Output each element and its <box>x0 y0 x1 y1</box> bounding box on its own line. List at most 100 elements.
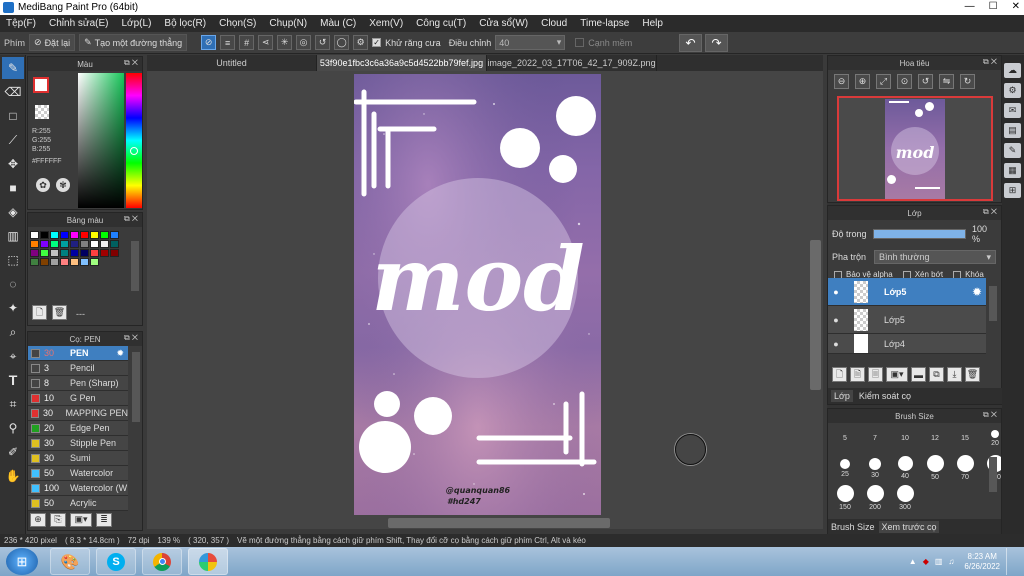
brush-size-option[interactable]: 300 <box>890 483 920 513</box>
menu-color[interactable]: Màu (C) <box>320 18 356 29</box>
palette-swatch[interactable] <box>70 249 79 257</box>
tab-layer[interactable]: Lớp <box>831 390 853 402</box>
layer-settings-icon[interactable]: ✹ <box>972 285 982 299</box>
palette-swatch[interactable] <box>50 258 59 266</box>
adjust-select[interactable]: 40 ▾ <box>495 35 566 50</box>
parallel-ruler-button[interactable]: ≡ <box>220 35 236 50</box>
palette-swatch[interactable] <box>80 258 89 266</box>
brush-add-button[interactable]: ⊕ <box>30 513 46 527</box>
brush-item[interactable]: 10 G Pen <box>28 391 128 406</box>
new-halftone-layer-button[interactable]: 🗎 <box>850 367 865 382</box>
rotate-right-button[interactable]: ↻ <box>960 74 975 89</box>
palette-swatch[interactable] <box>60 258 69 266</box>
palette-swatch[interactable] <box>40 258 49 266</box>
taskbar-medibang[interactable] <box>188 548 228 575</box>
palette-swatch[interactable] <box>70 231 79 239</box>
cloud-icon[interactable]: ☁ <box>1004 63 1021 78</box>
palette-swatch[interactable] <box>110 249 119 257</box>
visibility-icon[interactable]: ● <box>828 287 844 297</box>
ellipse-ruler-button[interactable]: ◯ <box>334 35 350 50</box>
delete-layer-button[interactable]: 🗑 <box>965 367 980 382</box>
brush-size-option[interactable]: 200 <box>860 483 890 513</box>
close-button[interactable]: ✕ <box>1012 1 1020 12</box>
brush-size-option[interactable]: 25 <box>830 453 860 483</box>
menu-view[interactable]: Xem(V) <box>369 18 403 29</box>
brush-size-option[interactable]: 50 <box>920 453 950 483</box>
visibility-icon[interactable]: ● <box>828 339 844 349</box>
palette-swatch[interactable] <box>80 231 89 239</box>
panel-controls[interactable]: ⧉ ✕ <box>124 214 138 224</box>
menu-edit[interactable]: Chỉnh sửa(E) <box>49 18 109 29</box>
rotate-left-button[interactable]: ↺ <box>918 74 933 89</box>
clock-time[interactable]: 8:23 AM <box>964 552 1000 562</box>
volume-icon[interactable]: ♫ <box>948 557 954 566</box>
dot-tool[interactable]: ⟋ <box>2 129 24 151</box>
add-palette-button[interactable]: 🗋 <box>32 305 47 320</box>
clock-date[interactable]: 6/26/2022 <box>964 562 1000 572</box>
palette-swatch[interactable] <box>90 240 99 248</box>
brush-size-option[interactable]: 70 <box>950 453 980 483</box>
brush-size-option[interactable]: 150 <box>830 483 860 513</box>
blend-select[interactable]: Bình thường ▾ <box>874 250 996 264</box>
canvas-hscrollbar[interactable] <box>388 518 610 528</box>
concentric-ruler-button[interactable]: ◎ <box>296 35 312 50</box>
shape-tool[interactable]: □ <box>2 105 24 127</box>
brush-size-scrollbar[interactable] <box>989 457 997 492</box>
brush-menu-button[interactable]: ▣▾ <box>70 513 92 527</box>
perspective-ruler-button[interactable]: ⋖ <box>258 35 274 50</box>
brush-size-option[interactable]: 15 <box>950 423 980 453</box>
tab-brush-size[interactable]: Brush Size <box>831 522 875 532</box>
artwork-canvas[interactable]: mod @quanquan86 #hd247 <box>354 74 601 515</box>
zoom-out-button[interactable]: ⊖ <box>834 74 849 89</box>
canvas-vscrollbar[interactable] <box>810 240 821 390</box>
navigator-preview[interactable]: mod <box>837 96 993 201</box>
merge-layer-button[interactable]: ⤓ <box>947 367 962 382</box>
brush-scrollbar[interactable] <box>132 352 140 422</box>
brush-item[interactable]: 30 Stipple Pen <box>28 436 128 451</box>
menu-window[interactable]: Cửa sổ(W) <box>479 18 528 29</box>
magic-wand-tool[interactable]: ✦ <box>2 297 24 319</box>
menu-file[interactable]: Tệp(F) <box>6 18 36 29</box>
palette-swatch[interactable] <box>90 231 99 239</box>
palette-swatch[interactable] <box>30 249 39 257</box>
palette-swatch[interactable] <box>100 231 109 239</box>
palette-swatch[interactable] <box>50 231 59 239</box>
flip-button[interactable]: ⇋ <box>939 74 954 89</box>
text-tool[interactable]: T <box>2 369 24 391</box>
palette-swatch[interactable] <box>30 231 39 239</box>
brush-size-option[interactable]: 12 <box>920 423 950 453</box>
maximize-button[interactable]: ☐ <box>989 1 998 12</box>
layer-scrollbar[interactable] <box>989 286 997 321</box>
duplicate-layer-button[interactable]: ⧉ <box>929 367 944 382</box>
brush-size-option[interactable]: 40 <box>890 453 920 483</box>
frame-tool[interactable]: ⌗ <box>2 393 24 415</box>
foreground-color[interactable] <box>33 77 49 93</box>
brush-item[interactable]: 8 Pen (Sharp) <box>28 376 128 391</box>
palette-swatch[interactable] <box>90 249 99 257</box>
hand-tool[interactable]: ✋ <box>2 465 24 487</box>
antialias-checkbox[interactable]: ✓ <box>372 38 382 47</box>
hue-handle[interactable] <box>130 147 138 155</box>
lasso-tool[interactable]: ◌ <box>2 273 24 295</box>
menu-filter[interactable]: Bộ lọc(R) <box>164 18 206 29</box>
brush-size-option[interactable]: 5 <box>830 423 860 453</box>
redo-button[interactable]: ↷ <box>705 34 728 52</box>
palette-scrollbar[interactable] <box>131 241 139 291</box>
visibility-icon[interactable]: ● <box>828 315 844 325</box>
layer-menu-button[interactable]: ▣▾ <box>886 367 908 382</box>
menu-select[interactable]: Chọn(S) <box>219 18 256 29</box>
palette-swatch[interactable] <box>60 231 69 239</box>
menu-help[interactable]: Help <box>642 18 663 29</box>
bucket-tool[interactable]: ◈ <box>2 201 24 223</box>
chat-icon[interactable]: ✉ <box>1004 103 1021 118</box>
materials-icon[interactable]: ▤ <box>1004 123 1021 138</box>
palette-swatch[interactable] <box>30 258 39 266</box>
new-layer-button[interactable]: 🗋 <box>832 367 847 382</box>
taskbar-paint[interactable]: 🎨 <box>50 548 90 575</box>
start-button[interactable]: ⊞ <box>6 548 38 575</box>
panel-controls[interactable]: ⧉ ✕ <box>983 57 997 67</box>
palette-swatch[interactable] <box>50 249 59 257</box>
layer-row[interactable]: ● Lớp5 ✹ <box>828 278 986 306</box>
color-picker-button[interactable]: ✾ <box>56 178 70 192</box>
tiles-icon[interactable]: ▦ <box>1004 163 1021 178</box>
